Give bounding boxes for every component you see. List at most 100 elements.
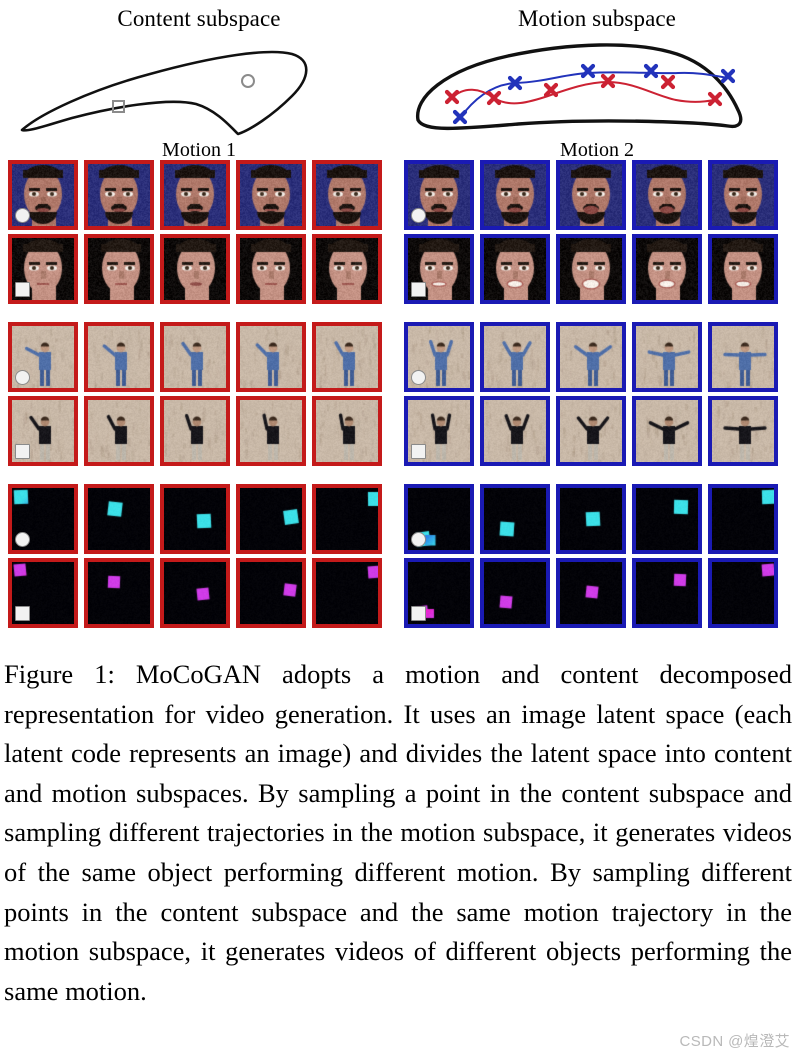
video-frame: [632, 558, 702, 628]
content-point-circle-marker: [411, 370, 426, 385]
frame-row: [8, 396, 390, 466]
frame-thumbnail: [164, 562, 226, 624]
frame-thumbnail: [484, 164, 546, 226]
content-point-square-marker: [411, 282, 426, 297]
frame-thumbnail: [164, 238, 226, 300]
video-frame: [8, 558, 78, 628]
video-frame: [708, 160, 778, 230]
frame-thumbnail: [636, 238, 698, 300]
frame-thumbnail: [484, 238, 546, 300]
motion-subspace-diagram: Motion subspace: [398, 0, 796, 148]
video-frame: [556, 484, 626, 554]
video-frame: [160, 160, 230, 230]
frame-thumbnail: [240, 400, 302, 462]
content-point-square-marker: [411, 606, 426, 621]
frame-row: [404, 558, 786, 628]
video-frame: [312, 322, 382, 392]
frame-thumbnail: [240, 238, 302, 300]
frame-row: [8, 322, 390, 392]
motion-subspace-title: Motion subspace: [398, 6, 796, 32]
video-frame: [708, 322, 778, 392]
frame-thumbnail: [484, 326, 546, 388]
video-frame: [480, 322, 550, 392]
motion-1-label: Motion 1: [0, 139, 398, 162]
video-frame: [84, 322, 154, 392]
video-frame: [708, 396, 778, 466]
content-point-circle-marker: [15, 532, 30, 547]
video-frame: [8, 484, 78, 554]
motion-subspace-blob: [398, 40, 796, 140]
frame-thumbnail: [316, 488, 378, 550]
content-point-square-marker: [15, 606, 30, 621]
blob-outline-path: [22, 52, 306, 134]
watermark-text: CSDN @煌澄艾: [680, 1030, 791, 1051]
video-frame: [312, 484, 382, 554]
video-frame: [236, 558, 306, 628]
frame-thumbnail: [88, 164, 150, 226]
frame-row: [404, 322, 786, 392]
frame-row: [8, 484, 390, 554]
video-frame: [480, 160, 550, 230]
row-group-spacer: [404, 308, 786, 322]
motion-2-label: Motion 2: [398, 139, 796, 162]
video-frame: [556, 322, 626, 392]
frame-thumbnail: [712, 326, 774, 388]
frame-thumbnail: [484, 400, 546, 462]
frame-thumbnail: [712, 562, 774, 624]
row-group-spacer: [8, 470, 390, 484]
motion-1-frame-block: [8, 160, 390, 628]
video-frame: [708, 234, 778, 304]
frame-thumbnail: [316, 562, 378, 624]
frame-thumbnail: [484, 562, 546, 624]
frame-thumbnail: [636, 562, 698, 624]
frame-thumbnail: [240, 488, 302, 550]
frame-thumbnail: [636, 164, 698, 226]
frame-thumbnail: [560, 562, 622, 624]
content-point-square-marker: [15, 444, 30, 459]
video-frame: [312, 558, 382, 628]
frame-row: [404, 160, 786, 230]
frame-thumbnail: [316, 238, 378, 300]
frame-thumbnail: [88, 562, 150, 624]
video-frame: [236, 322, 306, 392]
video-frame: [556, 160, 626, 230]
video-frame: [8, 234, 78, 304]
frame-thumbnail: [88, 238, 150, 300]
video-frame: [404, 396, 474, 466]
frame-thumbnail: [88, 488, 150, 550]
frame-thumbnail: [712, 164, 774, 226]
frame-thumbnail: [484, 488, 546, 550]
frame-thumbnail: [712, 488, 774, 550]
frame-thumbnail: [636, 326, 698, 388]
video-frame: [84, 396, 154, 466]
video-frame: [236, 396, 306, 466]
video-frame: [84, 484, 154, 554]
video-frame: [480, 484, 550, 554]
video-frame: [84, 234, 154, 304]
figure-caption: Figure 1: MoCoGAN adopts a motion and co…: [4, 655, 792, 1011]
video-frame: [708, 558, 778, 628]
frame-thumbnail: [240, 562, 302, 624]
video-frame: [632, 234, 702, 304]
video-frame: [160, 234, 230, 304]
row-group-spacer: [404, 470, 786, 484]
video-frame: [404, 322, 474, 392]
frame-row: [8, 234, 390, 304]
content-point-circle-marker: [411, 208, 426, 223]
video-frame: [480, 234, 550, 304]
frame-thumbnail: [88, 400, 150, 462]
video-frame: [84, 160, 154, 230]
frame-row: [404, 234, 786, 304]
video-frame: [160, 396, 230, 466]
frame-thumbnail: [560, 238, 622, 300]
video-frame: [480, 396, 550, 466]
content-point-square-marker: [15, 282, 30, 297]
video-frame: [556, 558, 626, 628]
frame-thumbnail: [164, 400, 226, 462]
frame-thumbnail: [560, 400, 622, 462]
content-point-square-marker: [411, 444, 426, 459]
frame-thumbnail: [560, 164, 622, 226]
frame-thumbnail: [636, 488, 698, 550]
video-frame: [8, 396, 78, 466]
frame-thumbnail: [164, 164, 226, 226]
